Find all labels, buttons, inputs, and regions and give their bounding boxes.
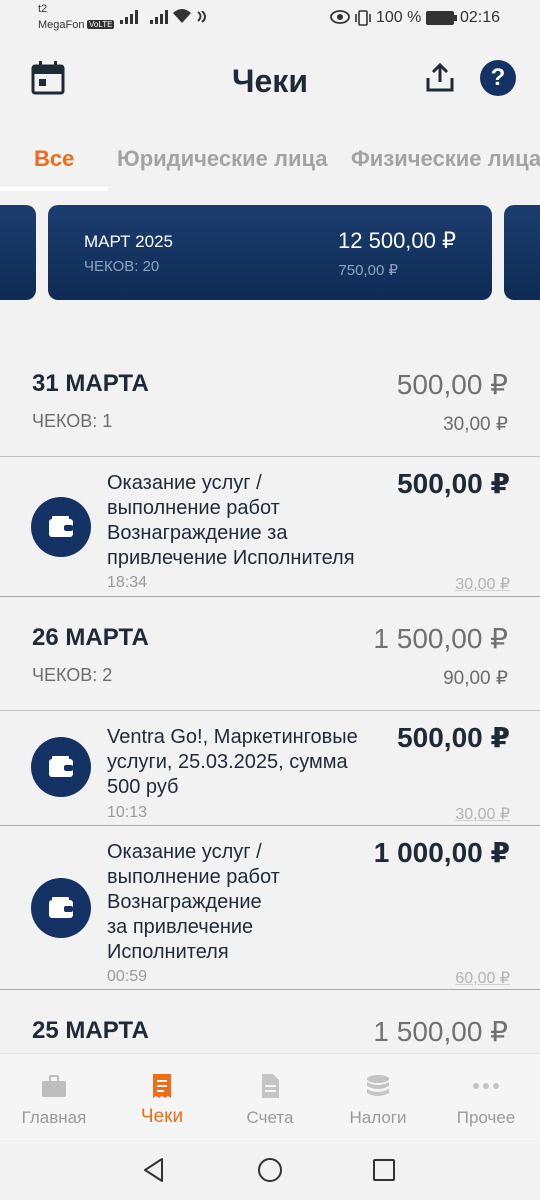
coins-icon bbox=[367, 1075, 389, 1096]
receipt-line: Ventra Go!, Маркетинговые bbox=[107, 726, 358, 748]
operator-name-1: t2 bbox=[38, 3, 48, 15]
receipt-item[interactable]: Ventra Go!, Маркетинговые услуги, 25.03.… bbox=[0, 711, 540, 826]
receipt-line: Вознаграждение за bbox=[107, 522, 288, 544]
day-date: 26 МАРТА bbox=[32, 624, 149, 651]
eye-icon bbox=[330, 10, 350, 24]
volte-badge: VoLTE bbox=[87, 20, 115, 29]
receipt-time: 18:34 bbox=[107, 574, 148, 591]
help-icon[interactable]: ? bbox=[480, 60, 516, 96]
day-header: 25 МАРТА 1 500,00 ₽ bbox=[0, 990, 540, 1053]
day-date: 25 МАРТА bbox=[32, 1017, 149, 1044]
day-header: 31 МАРТА ЧЕКОВ: 1 500,00 ₽ 30,00 ₽ bbox=[0, 330, 540, 457]
signal-icon bbox=[150, 10, 168, 24]
receipt-line: привлечение Исполнителя bbox=[107, 547, 355, 569]
receipt-item[interactable]: Оказание услуг / выполнение работ Вознаг… bbox=[0, 826, 540, 990]
nav-receipts[interactable]: Чеки bbox=[108, 1054, 216, 1141]
day-sum: 1 500,00 ₽ bbox=[373, 1016, 508, 1047]
operator-name-2: MegaFon bbox=[38, 19, 85, 31]
vibrate-icon bbox=[355, 10, 371, 26]
day-tax: 90,00 ₽ bbox=[443, 668, 508, 689]
period-carousel[interactable]: МАРТ 2025 ЧЕКОВ: 20 12 500,00 ₽ 750,00 ₽ bbox=[0, 204, 540, 302]
back-icon[interactable] bbox=[140, 1156, 168, 1184]
receipt-line: выполнение работ bbox=[107, 497, 280, 519]
receipt-description: Оказание услуг / выполнение работ Вознаг… bbox=[107, 471, 355, 571]
receipt-time: 10:13 bbox=[107, 804, 148, 821]
nav-label: Налоги bbox=[349, 1108, 407, 1127]
clock: 02:16 bbox=[460, 9, 501, 26]
signal-icon bbox=[120, 10, 138, 24]
receipt-line: Оказание услуг / bbox=[107, 472, 262, 494]
recents-icon[interactable] bbox=[370, 1156, 398, 1184]
nav-more[interactable]: Прочее bbox=[432, 1054, 540, 1141]
briefcase-icon bbox=[42, 1075, 66, 1097]
status-bar: t2 MegaFon VoLTE 100 % 02:16 bbox=[0, 0, 540, 36]
nav-taxes[interactable]: Налоги bbox=[324, 1054, 432, 1141]
receipt-tax: 30,00 ₽ bbox=[455, 576, 510, 593]
day-tax: 30,00 ₽ bbox=[443, 414, 508, 435]
day-sum: 500,00 ₽ bbox=[396, 369, 508, 400]
nfc-icon bbox=[197, 11, 206, 23]
receipt-item[interactable]: Оказание услуг / выполнение работ Вознаг… bbox=[0, 457, 540, 597]
day-count: ЧЕКОВ: 1 bbox=[32, 411, 113, 431]
tab-indicator bbox=[0, 187, 108, 191]
battery-icon bbox=[426, 11, 457, 25]
receipt-sum: 500,00 ₽ bbox=[397, 722, 510, 753]
nav-accounts[interactable]: Счета bbox=[216, 1054, 324, 1141]
receipt-line: Оказание услуг / bbox=[107, 841, 262, 863]
battery-percent: 100 % bbox=[376, 9, 422, 26]
receipt-line: за привлечение bbox=[107, 916, 254, 938]
receipt-sum: 1 000,00 ₽ bbox=[373, 837, 510, 868]
receipt-time: 00:59 bbox=[107, 968, 148, 985]
receipt-sum: 500,00 ₽ bbox=[397, 468, 510, 499]
day-date: 31 МАРТА bbox=[32, 370, 149, 397]
receipt-icon bbox=[153, 1074, 171, 1098]
receipt-line: Исполнителя bbox=[107, 941, 229, 963]
share-icon[interactable] bbox=[424, 62, 456, 94]
period-card-previous[interactable] bbox=[0, 205, 36, 300]
receipt-description: Ventra Go!, Маркетинговые услуги, 25.03.… bbox=[107, 725, 358, 800]
nav-home[interactable]: Главная bbox=[0, 1054, 108, 1141]
tab-all[interactable]: Все bbox=[34, 146, 74, 172]
more-icon bbox=[473, 1083, 499, 1089]
tab-individuals[interactable]: Физические лица bbox=[351, 146, 540, 172]
receipt-tax: 60,00 ₽ bbox=[455, 970, 510, 987]
day-header: 26 МАРТА ЧЕКОВ: 2 1 500,00 ₽ 90,00 ₽ bbox=[0, 597, 540, 711]
wallet-icon bbox=[31, 737, 91, 797]
receipt-line: Вознаграждение bbox=[107, 891, 262, 913]
tab-bar: Все Юридические лица Физические лица bbox=[0, 124, 540, 194]
receipt-line: услуги, 25.03.2025, сумма bbox=[107, 751, 348, 773]
wifi-icon bbox=[173, 9, 191, 23]
period-tax: 750,00 ₽ bbox=[338, 262, 398, 279]
page-title: Чеки bbox=[232, 63, 308, 99]
nav-label: Главная bbox=[21, 1108, 87, 1127]
period-amount: 12 500,00 ₽ bbox=[338, 228, 456, 253]
app-bar: Чеки ? bbox=[0, 36, 540, 124]
day-sum: 1 500,00 ₽ bbox=[373, 623, 508, 654]
receipt-tax: 30,00 ₽ bbox=[455, 806, 510, 823]
period-count: ЧЕКОВ: 20 bbox=[84, 258, 160, 275]
wallet-icon bbox=[31, 878, 91, 938]
system-navigation bbox=[0, 1140, 540, 1200]
wallet-icon bbox=[31, 497, 91, 557]
home-icon[interactable] bbox=[256, 1156, 284, 1184]
receipt-line: 500 руб bbox=[107, 776, 179, 798]
bottom-navigation: Главная Чеки Счета Налоги Прочее bbox=[0, 1053, 540, 1140]
nav-label: Счета bbox=[246, 1108, 294, 1127]
receipts-list[interactable]: 31 МАРТА ЧЕКОВ: 1 500,00 ₽ 30,00 ₽ Оказа… bbox=[0, 330, 540, 1053]
document-icon bbox=[262, 1074, 279, 1098]
period-month: МАРТ 2025 bbox=[84, 232, 174, 251]
nav-label: Прочее bbox=[456, 1108, 516, 1127]
period-card[interactable]: МАРТ 2025 ЧЕКОВ: 20 12 500,00 ₽ 750,00 ₽ bbox=[48, 205, 492, 300]
receipt-description: Оказание услуг / выполнение работ Вознаг… bbox=[107, 840, 280, 965]
period-card-next[interactable] bbox=[504, 205, 540, 300]
day-count: ЧЕКОВ: 2 bbox=[32, 665, 113, 685]
nav-label: Чеки bbox=[140, 1106, 184, 1127]
tab-legal-entities[interactable]: Юридические лица bbox=[117, 146, 328, 172]
receipt-line: выполнение работ bbox=[107, 866, 280, 888]
